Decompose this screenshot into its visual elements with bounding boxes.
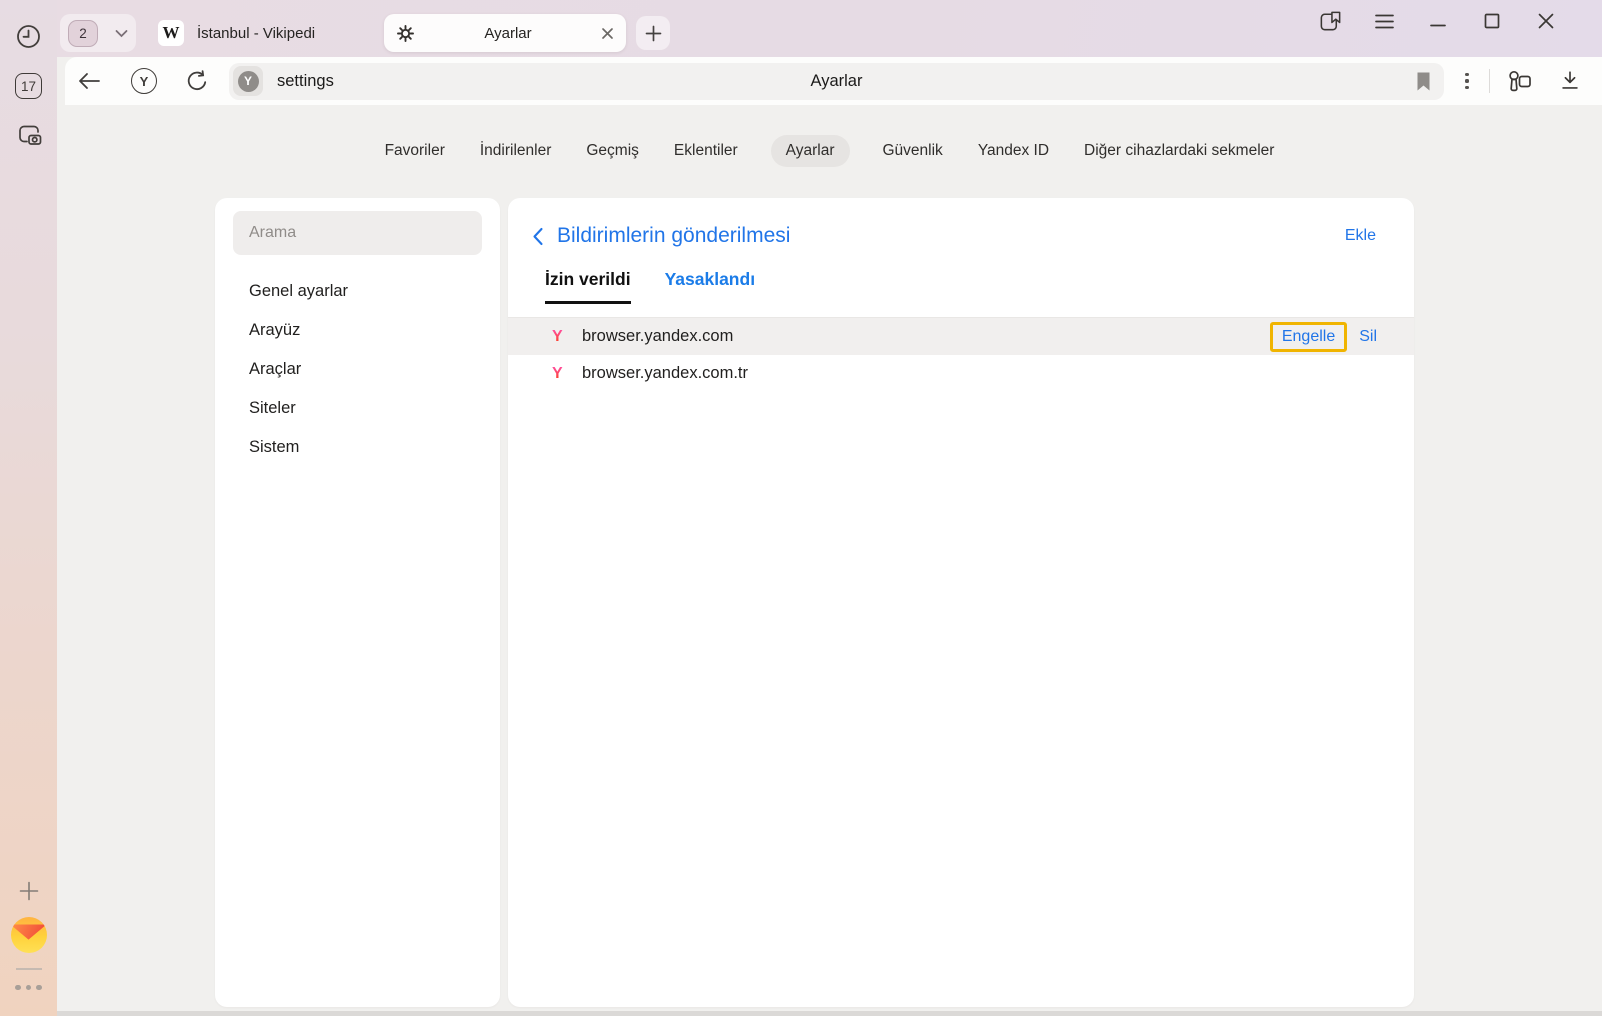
row-actions: Engelle Sil [1270,322,1377,352]
minimize-button[interactable] [1422,6,1454,36]
more-apps-icon[interactable] [15,985,42,991]
add-panel-icon[interactable] [18,880,40,902]
downloads-icon[interactable] [1556,68,1584,94]
yandex-favicon-icon: Y [552,328,569,346]
table-row[interactable]: Y browser.yandex.com.tr [508,355,1414,392]
page-title: Ayarlar [229,72,1444,91]
nav-gecmis[interactable]: Geçmiş [584,135,641,167]
reload-icon[interactable] [184,68,210,94]
toolbar-more-icon[interactable] [1458,68,1476,94]
tab-title: İstanbul - Vikipedi [197,25,315,42]
nav-yandex-id[interactable]: Yandex ID [976,135,1051,167]
tab-strip: 2 W İstanbul - Vikipedi Ayarlar [60,14,670,52]
section-title: Bildirimlerin gönderilmesi [557,224,790,248]
block-button[interactable]: Engelle [1282,328,1335,345]
settings-sections-list: Genel ayarlar Arayüz Araçlar Siteler Sis… [233,272,482,467]
notifications-header: Bildirimlerin gönderilmesi Ekle [532,219,1376,253]
tab-counter-button[interactable]: 2 [60,14,136,52]
address-bar[interactable]: Y settings Ayarlar [229,63,1444,100]
permission-tabs: İzin verildi Yasaklandı [545,269,1376,304]
tab-izin-verildi[interactable]: İzin verildi [545,269,631,304]
sidebar-item-siteler[interactable]: Siteler [233,389,482,428]
menu-icon[interactable] [1368,6,1400,36]
nav-guvenlik[interactable]: Güvenlik [881,135,945,167]
delete-button[interactable]: Sil [1359,328,1377,346]
toolbar-divider [1489,69,1490,93]
back-button[interactable] [76,68,102,94]
tab-title: Ayarlar [423,25,593,42]
nav-eklentiler[interactable]: Eklentiler [672,135,740,167]
yandex-favicon-icon: Y [552,365,569,383]
back-chevron-icon[interactable] [532,224,552,248]
tab-istanbul-vikipedi[interactable]: W İstanbul - Vikipedi [146,14,374,52]
yandex-mail-icon[interactable] [11,917,47,953]
sidebar-item-sistem[interactable]: Sistem [233,428,482,467]
settings-top-nav: Favoriler İndirilenler Geçmiş Eklentiler… [57,133,1602,169]
add-site-button[interactable]: Ekle [1345,227,1376,245]
close-window-button[interactable] [1530,6,1562,36]
engelle-highlight-box: Engelle [1270,322,1347,352]
settings-sidebar-panel: Genel ayarlar Arayüz Araçlar Siteler Sis… [215,198,500,1007]
notifications-panel: Bildirimlerin gönderilmesi Ekle İzin ver… [508,198,1414,1007]
nav-indirilenler[interactable]: İndirilenler [478,135,554,167]
maximize-button[interactable] [1476,6,1508,36]
yandex-home-button[interactable]: Y [131,68,157,94]
nav-ayarlar-active[interactable]: Ayarlar [771,135,850,167]
window-bottom-edge [57,1011,1602,1016]
sidebar-item-genel-ayarlar[interactable]: Genel ayarlar [233,272,482,311]
tab-ayarlar-active[interactable]: Ayarlar [384,14,626,52]
table-row[interactable]: Y browser.yandex.com Engelle Sil [508,318,1414,355]
sidebar-panel-icon[interactable] [1314,6,1346,36]
nav-favoriler[interactable]: Favoriler [383,135,447,167]
sidebar-item-araclar[interactable]: Araçlar [233,350,482,389]
downloads-count-badge[interactable]: 17 [0,73,57,99]
history-icon[interactable] [0,22,57,51]
new-tab-button[interactable] [636,16,670,50]
close-tab-icon[interactable] [601,27,614,40]
url-text[interactable]: settings [277,72,334,91]
window-controls [1314,6,1562,36]
tab-yasaklandi[interactable]: Yasaklandı [665,269,755,304]
tab-count-badge: 2 [68,20,98,47]
browser-toolbar: Y Y settings Ayarlar [65,57,1602,105]
gear-icon [396,24,415,43]
search-input[interactable] [233,211,482,255]
strip-bottom-cluster [0,880,57,990]
nav-diger-cihazlar[interactable]: Diğer cihazlardaki sekmeler [1082,135,1276,167]
chevron-down-icon [115,29,128,38]
site-domain: browser.yandex.com [582,327,1270,346]
site-favicon-icon: Y [233,66,263,96]
extensions-icon[interactable] [1503,68,1535,94]
screenshot-icon[interactable] [0,120,57,150]
browser-side-strip [0,0,57,1016]
strip-divider [16,968,42,970]
sidebar-item-arayuz[interactable]: Arayüz [233,311,482,350]
site-domain: browser.yandex.com.tr [582,364,1377,383]
bookmark-icon[interactable] [1415,71,1432,92]
wikipedia-icon: W [158,20,184,46]
settings-page: Favoriler İndirilenler Geçmiş Eklentiler… [57,105,1602,1016]
